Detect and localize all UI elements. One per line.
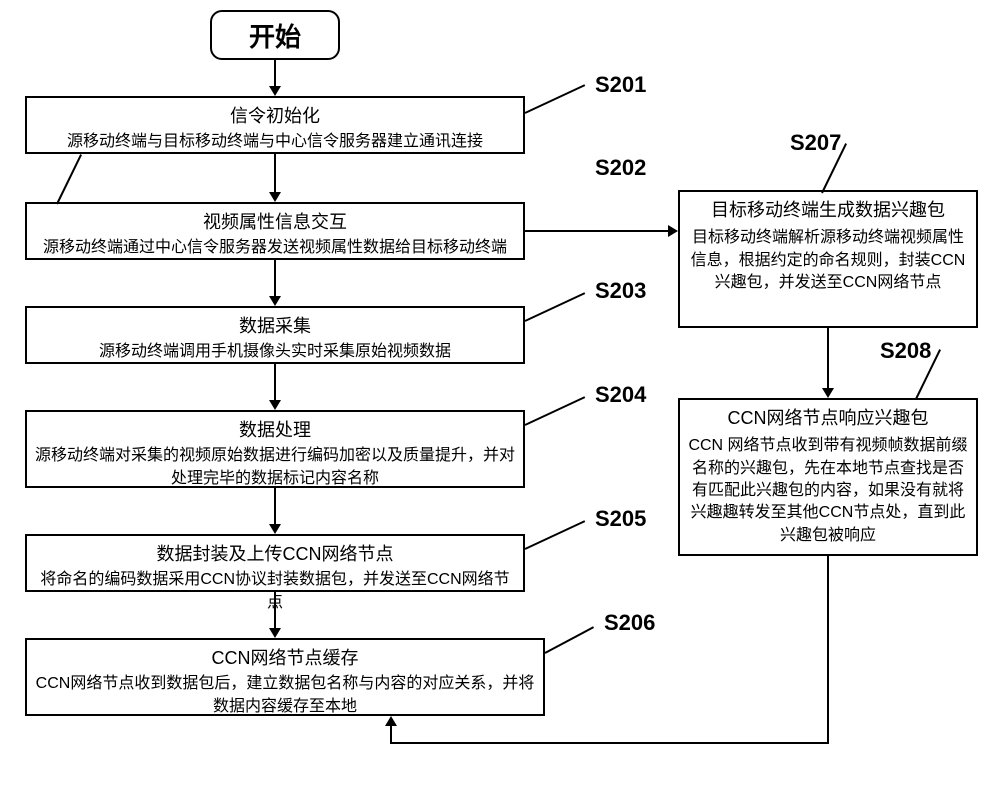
box-s204: 数据处理 源移动终端对采集的视频原始数据进行编码加密以及质量提升，并对处理完毕的…	[25, 410, 525, 488]
desc-s208: CCN 网络节点收到带有视频帧数据前缀名称的兴趣包，先在本地节点查找是否有匹配此…	[688, 435, 968, 547]
label-s201: S201	[595, 72, 646, 98]
desc-s201: 源移动终端与目标移动终端与中心信令服务器建立通讯连接	[35, 131, 515, 153]
arrow-s201-s202	[274, 154, 276, 194]
arrow-head-s205-s206	[269, 628, 281, 638]
box-s206: CCN网络节点缓存 CCN网络节点收到数据包后，建立数据包名称与内容的对应关系，…	[25, 638, 545, 716]
title-s208: CCN网络节点响应兴趣包	[688, 406, 968, 431]
leader-s204	[525, 396, 586, 426]
arrow-head-s201-s202	[269, 192, 281, 202]
arrow-s202-s203	[274, 260, 276, 298]
label-s202: S202	[595, 155, 646, 181]
arrow-head-s202-s203	[269, 296, 281, 306]
label-s205: S205	[595, 506, 646, 532]
desc-s203: 源移动终端调用手机摄像头实时采集原始视频数据	[35, 341, 515, 363]
arrow-head-s207-s208	[822, 388, 834, 398]
title-s204: 数据处理	[35, 418, 515, 443]
arrow-s203-s204	[274, 364, 276, 402]
box-s208: CCN网络节点响应兴趣包 CCN 网络节点收到带有视频帧数据前缀名称的兴趣包，先…	[678, 398, 978, 556]
box-s202: 视频属性信息交互 源移动终端通过中心信令服务器发送视频属性数据给目标移动终端	[25, 202, 525, 260]
arrow-s208-s206-v	[827, 556, 829, 744]
box-s203: 数据采集 源移动终端调用手机摄像头实时采集原始视频数据	[25, 306, 525, 364]
leader-s206	[545, 626, 595, 654]
arrow-s202-s207-h	[525, 230, 670, 232]
start-label: 开始	[249, 17, 301, 54]
box-s207: 目标移动终端生成数据兴趣包 目标移动终端解析源移动终端视频属性信息，根据约定的命…	[678, 190, 978, 328]
label-s206: S206	[604, 610, 655, 636]
desc-s202: 源移动终端通过中心信令服务器发送视频属性数据给目标移动终端	[35, 237, 515, 259]
label-s207: S207	[790, 130, 841, 156]
arrow-head-start-s201	[269, 86, 281, 96]
arrow-s204-s205	[274, 488, 276, 526]
start-node: 开始	[210, 10, 340, 60]
title-s203: 数据采集	[35, 314, 515, 339]
desc-s204: 源移动终端对采集的视频原始数据进行编码加密以及质量提升，并对处理完毕的数据标记内…	[35, 445, 515, 490]
label-s208: S208	[880, 338, 931, 364]
title-s207: 目标移动终端生成数据兴趣包	[688, 198, 968, 223]
arrow-start-s201	[274, 60, 276, 88]
label-s204: S204	[595, 382, 646, 408]
leader-s201	[525, 84, 586, 114]
title-s202: 视频属性信息交互	[35, 210, 515, 235]
label-s203: S203	[595, 278, 646, 304]
box-s205: 数据封装及上传CCN网络节点 将命名的编码数据采用CCN协议封装数据包，并发送至…	[25, 534, 525, 592]
arrow-s208-s206-h	[390, 742, 828, 744]
title-s201: 信令初始化	[35, 104, 515, 129]
arrow-head-s204-s205	[269, 524, 281, 534]
desc-s207: 目标移动终端解析源移动终端视频属性信息，根据约定的命名规则，封装CCN兴趣包，并…	[688, 227, 968, 294]
arrow-head-s208-s206	[385, 716, 397, 726]
leader-s203	[525, 292, 586, 322]
leader-s205	[525, 520, 586, 550]
arrow-s208-s206-v2	[390, 724, 392, 744]
title-s206: CCN网络节点缓存	[35, 646, 535, 671]
leader-s202	[56, 154, 82, 204]
box-s201: 信令初始化 源移动终端与目标移动终端与中心信令服务器建立通讯连接	[25, 96, 525, 154]
arrow-head-s202-s207	[668, 225, 678, 237]
arrow-s207-s208	[827, 328, 829, 390]
title-s205: 数据封装及上传CCN网络节点	[35, 542, 515, 567]
arrow-s205-s206	[274, 592, 276, 630]
arrow-head-s203-s204	[269, 400, 281, 410]
desc-s206: CCN网络节点收到数据包后，建立数据包名称与内容的对应关系，并将数据内容缓存至本…	[35, 673, 535, 718]
